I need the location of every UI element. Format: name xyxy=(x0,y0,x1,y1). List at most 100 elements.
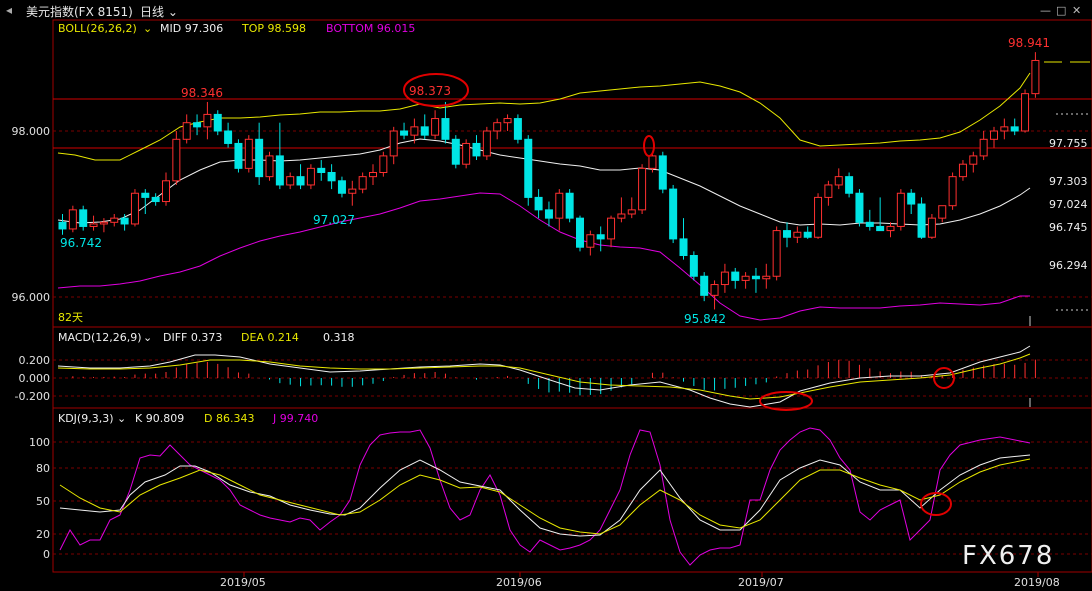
candle-body xyxy=(948,176,957,207)
candle-body xyxy=(720,271,729,286)
candle-body xyxy=(441,118,450,140)
y-tick: 80 xyxy=(36,462,50,475)
candle-body xyxy=(213,113,222,132)
right-tick: 96.294 xyxy=(1049,259,1088,272)
x-tick: 2019/07 xyxy=(738,576,784,589)
kdj-j-line xyxy=(59,427,1031,566)
candle-body xyxy=(679,238,688,256)
k-label: K 90.809 xyxy=(135,412,184,425)
kdj-legend: KDJ(9,3,3) ⌄ K 90.809 D 86.343 J 99.740 xyxy=(58,412,318,425)
candle-body xyxy=(99,221,108,225)
candle-body xyxy=(482,130,491,157)
candle-body xyxy=(607,217,616,240)
candle-body xyxy=(793,231,802,238)
boll-bottom-line xyxy=(57,192,1030,321)
candle-body xyxy=(1000,126,1009,132)
y-tick: 20 xyxy=(36,528,50,541)
candle-body xyxy=(783,230,791,238)
candle-body xyxy=(534,196,543,211)
candle-body xyxy=(224,130,233,144)
candle-body xyxy=(700,275,709,296)
annotation-circles xyxy=(403,61,1090,516)
candle-body xyxy=(162,180,170,203)
candle-body xyxy=(172,138,181,182)
candle-body xyxy=(855,192,864,223)
candle-body xyxy=(89,223,98,227)
top-label: TOP 98.598 xyxy=(241,22,306,35)
candle-body xyxy=(824,184,833,198)
candle-body xyxy=(317,167,326,174)
low-annotation: 95.842 xyxy=(684,312,726,326)
candle-body xyxy=(886,225,895,232)
candle-body xyxy=(555,192,564,219)
legend-chevron-icon: ⌄ xyxy=(143,22,152,35)
candle-body xyxy=(803,231,812,238)
kdj-label: KDJ(9,3,3) xyxy=(58,412,114,425)
candle-body xyxy=(234,142,243,169)
candle-body xyxy=(503,118,512,124)
macd-trough-circle xyxy=(759,391,813,411)
peak-annotation: 98.346 xyxy=(181,86,223,100)
candle-body xyxy=(255,138,264,178)
candle-body xyxy=(751,275,760,280)
candle-body xyxy=(379,155,388,173)
candle-body xyxy=(296,176,305,186)
low-annotation: 96.742 xyxy=(60,236,102,250)
candle-body xyxy=(244,138,253,169)
candle-body xyxy=(451,138,460,165)
candle-body xyxy=(410,126,419,136)
candle-body xyxy=(565,192,574,219)
y-tick: 0.000 xyxy=(19,372,51,385)
y-tick: 98.000 xyxy=(12,125,51,138)
candle-body xyxy=(358,176,367,190)
main-legend: BOLL(26,26,2) ⌄ MID 97.306 TOP 98.598 BO… xyxy=(58,22,415,324)
kdj-indicator xyxy=(59,427,1031,566)
x-tick: 2019/06 xyxy=(496,576,542,589)
candle-body xyxy=(110,217,119,223)
days-label: 82天 xyxy=(58,311,83,324)
candle-body xyxy=(472,142,481,157)
candle-body xyxy=(493,122,502,132)
candle-body xyxy=(969,155,978,165)
kdj-k-line xyxy=(59,454,1031,537)
candle-body xyxy=(689,255,698,277)
candle-body xyxy=(400,130,409,136)
y-tick: 100 xyxy=(29,436,50,449)
low-annotation: 97.027 xyxy=(313,213,355,227)
macd-label: MACD(12,26,9) xyxy=(58,331,142,344)
candle-body xyxy=(617,213,626,219)
candle-body xyxy=(845,176,854,194)
macd-chevron-icon: ⌄ xyxy=(143,331,152,344)
candle-body xyxy=(669,188,678,240)
kdj-chevron-icon: ⌄ xyxy=(117,412,126,425)
candle-body xyxy=(389,130,398,157)
candle-body xyxy=(741,275,750,281)
candle-body xyxy=(876,225,885,232)
x-axis: 2019/05 2019/06 2019/07 2019/08 xyxy=(220,572,1060,589)
y-tick: 50 xyxy=(36,495,50,508)
candle-body xyxy=(286,176,295,186)
peak-annotation: 98.373 xyxy=(409,84,451,98)
candle-body xyxy=(130,192,139,225)
candle-body xyxy=(524,138,533,198)
high-annotation: 98.941 xyxy=(1008,36,1050,50)
candle-body xyxy=(917,203,926,238)
y-tick: 0 xyxy=(43,548,50,561)
d-label: D 86.343 xyxy=(204,412,254,425)
candle-body xyxy=(79,209,88,227)
bottom-label: BOTTOM 96.015 xyxy=(326,22,415,35)
diff-label: DIFF 0.373 xyxy=(163,331,222,344)
j-label: J 99.740 xyxy=(272,412,318,425)
candle-body xyxy=(337,180,346,194)
candle-body xyxy=(772,230,781,277)
y-axis: 98.000 96.000 0.200 0.000 -0.200 100 80 … xyxy=(12,125,51,561)
right-tick: 97.303 xyxy=(1049,175,1088,188)
candle-body xyxy=(907,192,916,205)
right-tick: 96.745 xyxy=(1049,221,1088,234)
candle-body xyxy=(369,172,377,178)
candle-body xyxy=(596,234,605,240)
candle-body xyxy=(834,176,843,186)
candle-body xyxy=(265,155,274,178)
price-annotations: 98.941 98.346 98.373 97.027 96.742 95.84… xyxy=(60,36,1050,326)
price-chart[interactable]: BOLL(26,26,2) ⌄ MID 97.306 TOP 98.598 BO… xyxy=(0,0,1092,591)
